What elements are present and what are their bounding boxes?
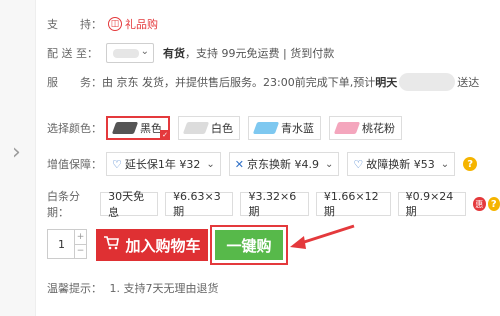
delivery-label: 配 送 至：	[47, 47, 98, 60]
color-name: 桃花粉	[362, 122, 395, 135]
chevron-down-icon: ⌄	[324, 158, 334, 170]
extend-warranty-text: 延长保1年 ¥32	[124, 158, 201, 171]
gift-text: 礼品购	[125, 18, 158, 31]
cart-icon	[103, 236, 120, 254]
color-option-blue[interactable]: 青水蓝	[248, 116, 321, 140]
installment-option[interactable]: ¥6.63×3期	[165, 190, 234, 218]
stock-status: 有货	[163, 47, 185, 60]
tips-label: 温馨提示：	[47, 282, 102, 295]
add-to-cart-button[interactable]: 加入购物车	[96, 229, 208, 261]
quantity-value[interactable]: 1	[58, 238, 65, 251]
color-label: 选择颜色：	[47, 122, 102, 135]
value-add-row: 增值保障： ♡ 延长保1年 ¥32 ⌄ ✕ 京东换新 ¥4.9 ⌄ ♡ 故障换新…	[47, 152, 478, 176]
service-row: 服 务： 由 京东 发货，并提供售后服务。23:00前完成下单,预计 明天 送达	[47, 73, 479, 91]
installment-option[interactable]: ¥1.66×12期	[315, 190, 391, 218]
chevron-down-icon: ⌄	[206, 158, 215, 170]
swatch	[182, 122, 210, 134]
minus-icon[interactable]: −	[74, 243, 86, 258]
value-add-label: 增值保障：	[47, 158, 102, 171]
check-icon: ✓	[160, 130, 170, 140]
fault-replace-text: 故障换新 ¥53	[366, 158, 435, 171]
repair-icon: ♡	[353, 157, 364, 171]
support-label: 支 持：	[47, 18, 102, 31]
help-icon[interactable]: ?	[463, 157, 478, 171]
color-name: 白色	[211, 122, 233, 135]
chevron-down-icon: ⌄	[440, 158, 450, 170]
discount-badge: 惠	[473, 197, 486, 211]
extend-warranty-select[interactable]: ♡ 延长保1年 ¥32 ⌄	[106, 152, 221, 176]
arrival-blurred	[399, 73, 456, 91]
installment-option[interactable]: ¥0.9×24期	[397, 190, 466, 218]
support-row: 支 持： ◫ 礼品购	[47, 16, 158, 32]
swatch	[111, 122, 139, 134]
service-arrive: 送达	[457, 76, 480, 89]
location-value-blurred	[113, 49, 139, 58]
jd-replace-text: 京东换新 ¥4.9	[246, 158, 319, 171]
quantity-stepper[interactable]: 1 + −	[47, 229, 87, 259]
swatch	[252, 122, 280, 134]
installment-option[interactable]: ¥3.32×6期	[240, 190, 309, 218]
delivery-row: 配 送 至： ⌄ 有货 ，支持 99元免运费 | 货到付款	[47, 43, 334, 63]
color-option-pink[interactable]: 桃花粉	[329, 116, 402, 140]
help-icon[interactable]: ?	[487, 197, 500, 211]
gift-link[interactable]: ◫ 礼品购	[108, 16, 158, 32]
buy-now-highlight: 一键购	[210, 225, 288, 265]
installment-option[interactable]: 30天免息	[100, 190, 159, 219]
service-text: 由 京东 发货，并提供售后服务。23:00前完成下单,预计	[102, 76, 376, 89]
swatch	[333, 122, 361, 134]
delivery-text: ，支持 99元免运费 | 货到付款	[185, 47, 335, 60]
jd-replace-select[interactable]: ✕ 京东换新 ¥4.9 ⌄	[228, 152, 340, 176]
installment-row: 白条分期： 30天免息 ¥6.63×3期 ¥3.32×6期 ¥1.66×12期 …	[47, 188, 500, 220]
service-day: 明天	[375, 76, 398, 89]
annotation-arrow-icon	[290, 224, 355, 249]
gift-icon: ◫	[108, 17, 122, 31]
tips-text: 1. 支持7天无理由退货	[109, 282, 219, 295]
chevron-down-icon: ⌄	[140, 46, 149, 57]
color-name: 黑色	[140, 122, 162, 135]
shield-icon: ♡	[112, 157, 122, 171]
buy-now-button[interactable]: 一键购	[215, 230, 283, 260]
warm-tips: 温馨提示： 1. 支持7天无理由退货	[47, 280, 219, 296]
color-option-black[interactable]: 黑色 ✓	[106, 116, 170, 140]
add-to-cart-label: 加入购物车	[125, 236, 201, 255]
location-select[interactable]: ⌄	[106, 43, 154, 63]
chevron-right-icon[interactable]: ›	[12, 140, 21, 165]
color-option-white[interactable]: 白色	[178, 116, 240, 140]
service-label: 服 务：	[47, 76, 102, 89]
color-name: 青水蓝	[281, 122, 314, 135]
color-row: 选择颜色： 黑色 ✓ 白色 青水蓝 桃花粉	[47, 116, 410, 140]
left-thumbnail-strip: ›	[0, 0, 36, 316]
installment-label: 白条分期：	[47, 190, 80, 219]
fault-replace-select[interactable]: ♡ 故障换新 ¥53 ⌄	[347, 152, 456, 176]
swap-icon: ✕	[234, 157, 244, 171]
